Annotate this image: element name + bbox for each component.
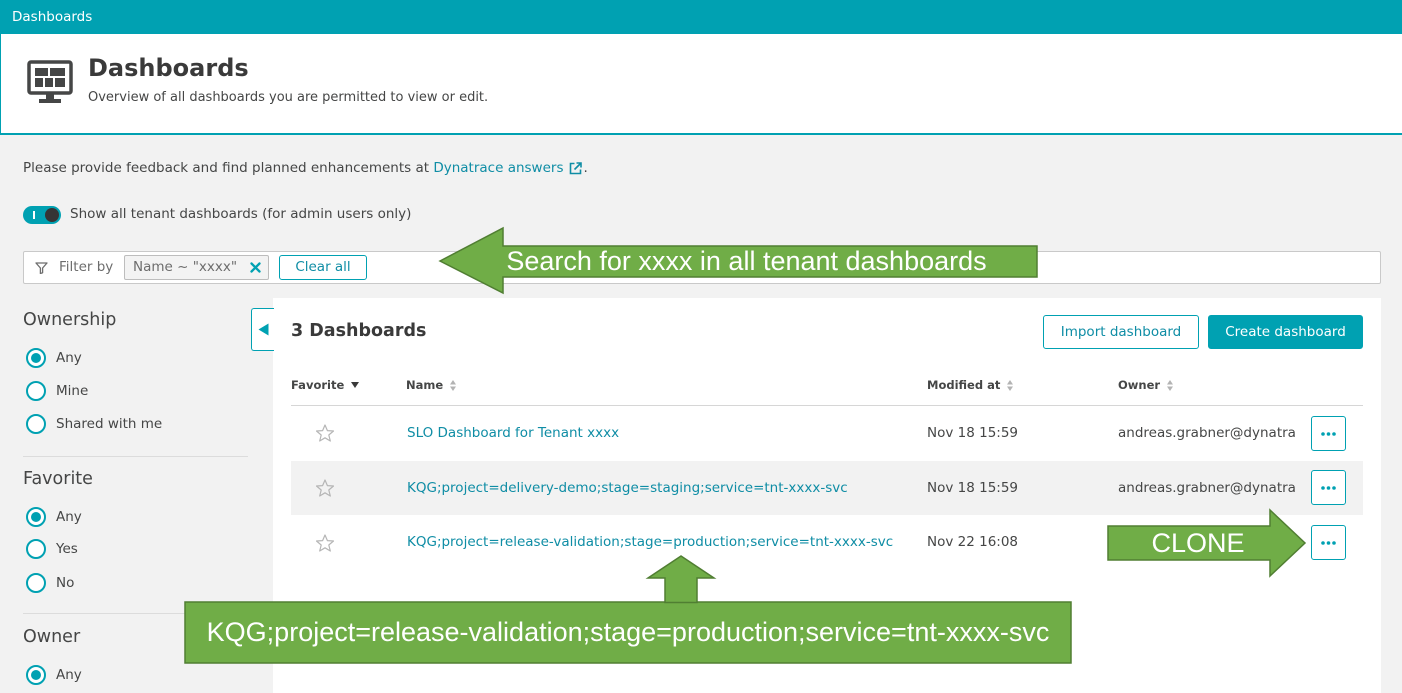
modified-at: Nov 18 15:59 xyxy=(927,425,1019,441)
page-header xyxy=(0,34,1402,135)
column-header-favorite[interactable]: Favorite xyxy=(291,366,360,404)
toggle-on-mark xyxy=(33,211,35,219)
page-subtitle: Overview of all dashboards you are permi… xyxy=(88,90,489,105)
filter-chip[interactable]: Name ~ "xxxx" xyxy=(124,255,269,280)
sidebar-divider xyxy=(23,456,248,457)
name-callout-text: KQG;project=release-validation;stage=pro… xyxy=(206,617,1050,647)
star-outline-icon[interactable] xyxy=(316,534,334,552)
favorite-yes-radio[interactable]: Yes xyxy=(26,539,78,559)
sort-icon xyxy=(1167,379,1174,391)
row-actions-button[interactable] xyxy=(1311,525,1346,560)
column-header-owner[interactable]: Owner xyxy=(1118,366,1174,404)
table-row: SLO Dashboard for Tenant xxxx Nov 18 15:… xyxy=(291,406,1363,461)
search-callout-text: Search for xxxx in all tenant dashboards xyxy=(506,246,987,276)
owner-group-title: Owner xyxy=(23,627,81,647)
radio-label: Any xyxy=(56,667,82,683)
star-outline-icon[interactable] xyxy=(316,424,334,442)
filter-chip-text: Name ~ "xxxx" xyxy=(133,259,238,275)
radio-circle[interactable] xyxy=(26,573,46,593)
radio-label: Yes xyxy=(56,541,78,557)
ownership-any-radio[interactable]: Any xyxy=(26,348,82,368)
create-dashboard-button[interactable]: Create dashboard xyxy=(1208,315,1363,349)
table-row: KQG;project=delivery-demo;stage=staging;… xyxy=(291,461,1363,515)
feedback-suffix: . xyxy=(583,160,588,176)
radio-label: Any xyxy=(56,509,82,525)
dashboard-name-link[interactable]: KQG;project=release-validation;stage=pro… xyxy=(407,515,893,570)
top-bar-title[interactable]: Dashboards xyxy=(12,0,92,34)
favorite-group-title: Favorite xyxy=(23,469,93,489)
ownership-shared-radio[interactable]: Shared with me xyxy=(26,414,162,434)
toggle-knob xyxy=(45,208,59,222)
clone-callout-text: CLONE xyxy=(1151,528,1245,558)
column-label: Name xyxy=(406,378,444,392)
ownership-mine-radio[interactable]: Mine xyxy=(26,381,88,401)
row-actions-button[interactable] xyxy=(1311,416,1346,451)
feedback-text: Please provide feedback and find planned… xyxy=(23,160,434,176)
dashboards-count-title: 3 Dashboards xyxy=(291,321,427,341)
filter-by-label: Filter by xyxy=(59,259,114,275)
column-label: Modified at xyxy=(927,378,1001,392)
feedback-note: Please provide feedback and find planned… xyxy=(23,158,588,178)
show-all-tenant-toggle[interactable] xyxy=(23,206,61,224)
radio-label: Mine xyxy=(56,383,89,399)
more-options-icon xyxy=(1321,540,1336,545)
star-outline-icon[interactable] xyxy=(316,479,334,497)
column-label: Favorite xyxy=(291,378,345,392)
show-all-tenant-label: Show all tenant dashboards (for admin us… xyxy=(70,206,412,222)
radio-label: Shared with me xyxy=(56,416,163,432)
clear-all-button[interactable]: Clear all xyxy=(279,255,367,280)
owner: andreas.grabner@dynatra xyxy=(1118,480,1296,496)
radio-circle[interactable] xyxy=(26,381,46,401)
collapse-sidebar-button[interactable] xyxy=(251,308,274,351)
sort-icon xyxy=(1007,379,1014,391)
radio-circle[interactable] xyxy=(26,348,46,368)
more-options-icon xyxy=(1321,431,1336,436)
filter-funnel-icon xyxy=(35,262,48,274)
close-icon[interactable] xyxy=(250,262,261,273)
dashboard-name-link[interactable]: SLO Dashboard for Tenant xxxx xyxy=(407,406,619,461)
column-header-name[interactable]: Name xyxy=(406,366,457,404)
radio-circle[interactable] xyxy=(26,507,46,527)
dynatrace-answers-link[interactable]: Dynatrace answers xyxy=(433,158,563,178)
table-header: Favorite Name Modified at Owner xyxy=(291,366,1363,406)
dashboard-name-link[interactable]: KQG;project=delivery-demo;stage=staging;… xyxy=(407,461,848,515)
ownership-group-title: Ownership xyxy=(23,310,117,330)
import-dashboard-button[interactable]: Import dashboard xyxy=(1043,315,1199,349)
modified-at: Nov 18 15:59 xyxy=(927,480,1019,496)
column-header-modified[interactable]: Modified at xyxy=(927,366,1014,404)
column-label: Owner xyxy=(1118,378,1161,392)
top-bar: Dashboards xyxy=(0,0,1402,34)
radio-label: No xyxy=(56,575,75,591)
row-actions-button[interactable] xyxy=(1311,470,1346,505)
more-options-icon xyxy=(1321,485,1336,490)
radio-circle[interactable] xyxy=(26,414,46,434)
page-title: Dashboards xyxy=(88,54,249,82)
external-link-icon[interactable] xyxy=(569,161,582,175)
owner: andreas.grabner@dynatra xyxy=(1118,425,1296,441)
radio-label: Any xyxy=(56,350,82,366)
sort-descending-icon xyxy=(351,382,360,388)
favorite-no-radio[interactable]: No xyxy=(26,573,74,593)
radio-circle[interactable] xyxy=(26,539,46,559)
collapse-left-icon xyxy=(258,323,268,336)
dashboard-monitor-icon xyxy=(27,60,73,103)
radio-circle[interactable] xyxy=(26,665,46,685)
favorite-any-radio[interactable]: Any xyxy=(26,507,82,527)
modified-at: Nov 22 16:08 xyxy=(927,534,1019,550)
sort-icon xyxy=(450,379,457,391)
owner-any-radio[interactable]: Any xyxy=(26,665,82,685)
